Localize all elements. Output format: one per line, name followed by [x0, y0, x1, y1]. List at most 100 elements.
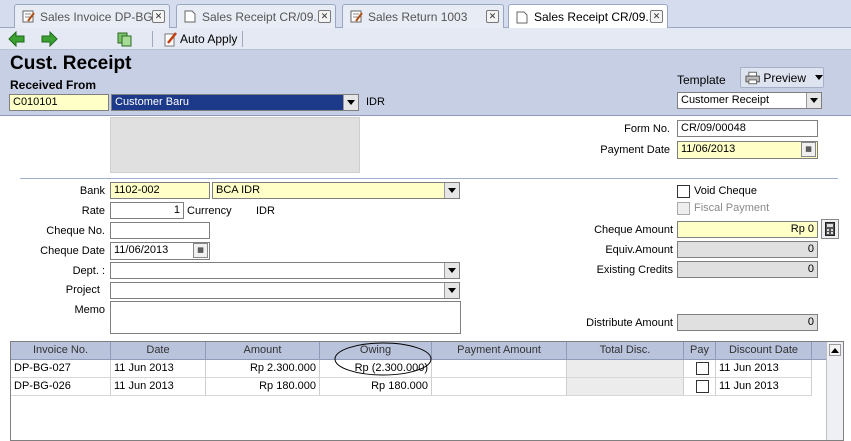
cell-amount[interactable]: Rp 2.300.000: [206, 360, 320, 378]
payment-date-field[interactable]: 11/06/2013 ▦: [677, 141, 818, 159]
bank-name-value: BCA IDR: [216, 184, 261, 196]
document-edit-icon: [21, 10, 35, 24]
cheque-date-label: Cheque Date: [40, 245, 105, 257]
cell-owing[interactable]: Rp 180.000: [320, 378, 432, 396]
document-tab-strip: Sales Invoice DP-BG... ✕ Sales Receipt C…: [0, 0, 851, 29]
fiscal-payment-label: Fiscal Payment: [694, 202, 770, 214]
cheque-date-field[interactable]: 11/06/2013 ▦: [110, 242, 210, 260]
arrow-right-icon: [41, 31, 58, 47]
grid-scrollbar[interactable]: [826, 342, 843, 440]
cell-total-disc[interactable]: [567, 378, 684, 396]
toolbar-divider: [152, 31, 153, 47]
tab-label: Sales Return 1003: [368, 9, 468, 24]
received-from-label: Received From: [10, 78, 97, 92]
customer-name-combo[interactable]: Customer Baru: [111, 94, 359, 111]
customer-code-field[interactable]: C010101: [9, 94, 109, 111]
dropdown-arrow-icon[interactable]: [815, 75, 823, 80]
pay-checkbox[interactable]: [696, 380, 709, 393]
cell-date[interactable]: 11 Jun 2013: [111, 378, 206, 396]
cell-discount-date[interactable]: 11 Jun 2013: [716, 360, 812, 378]
project-label: Project: [65, 284, 100, 296]
bank-name-combo[interactable]: BCA IDR: [212, 182, 460, 199]
bank-code-field[interactable]: 1102-002: [110, 182, 210, 199]
forward-button[interactable]: [40, 30, 58, 48]
document-edit-icon: [349, 10, 363, 24]
cell-invoice-no[interactable]: DP-BG-026: [11, 378, 111, 396]
existing-credits-label: Existing Credits: [596, 264, 673, 276]
project-combo[interactable]: [110, 282, 460, 299]
cheque-amount-field[interactable]: Rp 0: [677, 221, 818, 238]
cell-discount-date[interactable]: 11 Jun 2013: [716, 378, 812, 396]
currency-code: IDR: [366, 96, 385, 108]
tab-sales-invoice[interactable]: Sales Invoice DP-BG... ✕: [14, 4, 170, 28]
dept-label: Dept. :: [72, 265, 105, 277]
cell-invoice-no[interactable]: DP-BG-027: [11, 360, 111, 378]
cell-pay[interactable]: [684, 378, 716, 396]
column-header-invoice-no[interactable]: Invoice No.: [11, 342, 111, 360]
cell-total-disc[interactable]: [567, 360, 684, 378]
column-header-amount[interactable]: Amount: [206, 342, 320, 360]
currency-label: Currency: [187, 205, 232, 217]
template-value: Customer Receipt: [681, 94, 770, 106]
cell-payment-amount[interactable]: [432, 360, 567, 378]
template-label: Template: [677, 73, 726, 87]
rate-field[interactable]: 1: [110, 202, 184, 219]
calculator-icon: [825, 222, 835, 236]
column-header-discount-date[interactable]: Discount Date: [716, 342, 812, 360]
auto-apply-button[interactable]: Auto Apply: [164, 30, 237, 48]
form-header: Cust. Receipt Received From Template Pre…: [0, 50, 851, 116]
page-title: Cust. Receipt: [10, 53, 132, 74]
cheque-date-value: 11/06/2013: [114, 244, 169, 256]
chevron-down-icon[interactable]: [444, 263, 459, 278]
column-header-pay[interactable]: Pay: [684, 342, 716, 360]
scroll-up-button[interactable]: [829, 344, 841, 356]
customer-name-value: Customer Baru: [115, 96, 189, 108]
preview-button[interactable]: Preview: [740, 67, 824, 88]
column-header-payment-amount[interactable]: Payment Amount: [432, 342, 567, 360]
form-no-field[interactable]: CR/09/00048: [677, 120, 818, 137]
cheque-amount-label: Cheque Amount: [594, 224, 673, 236]
column-header-date[interactable]: Date: [111, 342, 206, 360]
toolbar: Auto Apply: [0, 28, 851, 50]
distribute-amount-field: 0: [677, 314, 818, 331]
tab-label: Sales Invoice DP-BG...: [40, 9, 163, 24]
template-combo[interactable]: Customer Receipt: [677, 92, 822, 109]
tab-sales-receipt-1[interactable]: Sales Receipt CR/09... ✕: [176, 4, 336, 28]
document-icon: [183, 10, 197, 24]
calendar-icon[interactable]: ▦: [193, 243, 208, 258]
pay-checkbox[interactable]: [696, 362, 709, 375]
fiscal-payment-checkbox[interactable]: [677, 202, 690, 215]
chevron-down-icon[interactable]: [444, 283, 459, 298]
cell-payment-amount[interactable]: [432, 378, 567, 396]
tab-sales-return[interactable]: Sales Return 1003 ✕: [342, 4, 504, 28]
memo-textarea[interactable]: [110, 301, 461, 334]
back-button[interactable]: [8, 30, 26, 48]
close-icon[interactable]: ✕: [650, 10, 663, 23]
cell-amount[interactable]: Rp 180.000: [206, 378, 320, 396]
chevron-down-icon[interactable]: [444, 183, 459, 198]
cheque-no-field[interactable]: [110, 222, 210, 239]
toolbar-divider: [242, 31, 243, 47]
close-icon[interactable]: ✕: [318, 10, 331, 23]
dept-combo[interactable]: [110, 262, 460, 279]
close-icon[interactable]: ✕: [152, 10, 165, 23]
cell-date[interactable]: 11 Jun 2013: [111, 360, 206, 378]
calendar-icon[interactable]: ▦: [801, 142, 816, 157]
currency-value: IDR: [256, 205, 275, 217]
copy-button[interactable]: [116, 30, 132, 48]
cell-pay[interactable]: [684, 360, 716, 378]
payment-date-label: Payment Date: [600, 144, 670, 156]
chevron-down-icon[interactable]: [806, 93, 821, 108]
close-icon[interactable]: ✕: [486, 10, 499, 23]
column-header-total-disc[interactable]: Total Disc.: [567, 342, 684, 360]
auto-apply-label: Auto Apply: [180, 32, 238, 46]
annotation-ellipse: [334, 342, 432, 376]
tab-label: Sales Receipt CR/09...: [202, 9, 324, 24]
calculator-button[interactable]: [821, 219, 839, 239]
void-cheque-checkbox[interactable]: [677, 185, 690, 198]
tab-sales-receipt-active[interactable]: Sales Receipt CR/09... ✕: [508, 4, 668, 29]
preview-label: Preview: [763, 70, 806, 85]
printer-icon: [745, 71, 760, 84]
chevron-down-icon[interactable]: [343, 95, 358, 110]
distribute-amount-label: Distribute Amount: [586, 317, 673, 329]
